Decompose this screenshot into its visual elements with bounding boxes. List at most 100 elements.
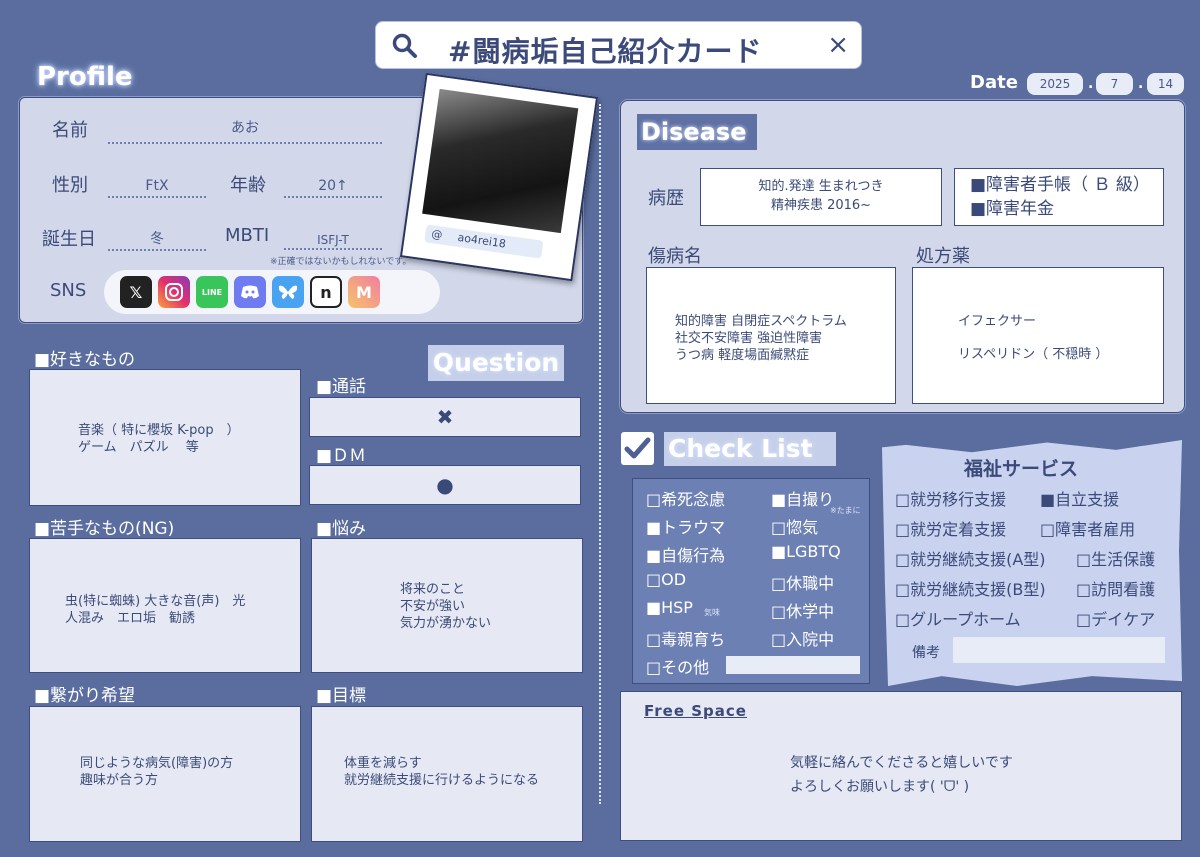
- profile-photo-card: @ ao4rei18: [399, 72, 599, 282]
- checklist-heading: Check List: [664, 432, 836, 466]
- hsp-note: 気味: [704, 608, 720, 617]
- certificate-line: ■障害年金: [970, 199, 1055, 219]
- checklist-item[interactable]: □惚気: [771, 514, 818, 538]
- sns-icons-row: 𝕏 LINE n M: [104, 270, 440, 314]
- dislikes-line: 人混み エロ垢 勧誘: [65, 611, 196, 626]
- welfare-item[interactable]: ■自立支援: [1040, 486, 1119, 510]
- misskey-icon[interactable]: M: [348, 276, 380, 308]
- checklist-item[interactable]: □その他: [646, 654, 709, 678]
- history-line: 知的.発達 生まれつき: [758, 179, 884, 194]
- connect-box: 同じような病気(障害)の方 趣味が合う方: [29, 706, 301, 842]
- line-icon[interactable]: LINE: [196, 276, 228, 308]
- certificate-line: ■障害者手帳（ Ｂ 級）: [970, 175, 1150, 195]
- column-divider: [599, 104, 601, 804]
- connect-line: 同じような病気(障害)の方: [80, 756, 234, 771]
- welfare-item[interactable]: □グループホーム: [895, 606, 1021, 630]
- x-icon[interactable]: 𝕏: [120, 276, 152, 308]
- other-input[interactable]: [726, 656, 860, 674]
- disease-heading: Disease: [637, 114, 757, 150]
- close-icon[interactable]: ×: [827, 30, 849, 60]
- welfare-item[interactable]: □デイケア: [1076, 606, 1155, 630]
- worries-box: 将来のこと 不安が強い 気力が湧かない: [311, 538, 583, 673]
- call-heading: ■通話: [316, 377, 367, 397]
- free-space-text: 気軽に絡んでくださると嬉しいです よろしくお願いします( 'ᗜ' ): [790, 751, 1013, 799]
- checklist-item[interactable]: ■自傷行為: [646, 542, 725, 566]
- diagnosis-line: 知的障害 自閉症スペクトラム: [675, 314, 847, 329]
- meds-line: イフェクサー: [958, 314, 1037, 329]
- checklist-item[interactable]: □毒親育ち: [646, 626, 725, 650]
- checklist-item[interactable]: ■HSP: [646, 598, 693, 617]
- dislikes-box: 虫(特に蜘蛛) 大きな音(声) 光 人混み エロ垢 勧誘: [29, 538, 301, 673]
- meds-label: 処方薬: [916, 246, 970, 267]
- memo-input[interactable]: [953, 637, 1165, 663]
- age-value: 20↑: [284, 176, 382, 198]
- history-line: 精神疾患 2016~: [770, 198, 872, 213]
- goals-box: 体重を減らす 就労継続支援に行けるようになる: [311, 706, 583, 842]
- worries-line: 将来のこと: [400, 582, 466, 597]
- welfare-item[interactable]: □障害者雇用: [1040, 516, 1135, 540]
- likes-box: 音楽（ 特に櫻坂 K-pop ） ゲーム パズル 等: [29, 369, 301, 506]
- goals-line: 就労継続支援に行けるようになる: [344, 773, 540, 788]
- welfare-item[interactable]: □就労移行支援: [895, 486, 1006, 510]
- likes-heading: ■好きなもの: [34, 350, 136, 370]
- date-day[interactable]: 14: [1147, 73, 1184, 95]
- meds-box: イフェクサー リスペリドン（ 不穏時 ）: [912, 267, 1164, 404]
- handle-text: ao4rei18: [456, 230, 507, 251]
- diagnosis-box: 知的障害 自閉症スペクトラム 社交不安障害 強迫性障害 うつ病 軽度場面緘黙症: [646, 267, 896, 404]
- checklist-item[interactable]: ■トラウマ: [646, 514, 725, 538]
- checklist-item[interactable]: □入院中: [771, 626, 834, 650]
- history-box: 知的.発達 生まれつき 精神疾患 2016~: [700, 168, 942, 226]
- connect-heading: ■繋がり希望: [34, 686, 136, 706]
- dislikes-line: 虫(特に蜘蛛) 大きな音(声) 光: [65, 594, 246, 609]
- bluesky-icon[interactable]: [272, 276, 304, 308]
- checklist-item[interactable]: ■自撮り: [771, 486, 834, 510]
- checklist-item[interactable]: □OD: [646, 570, 686, 589]
- sns-label: SNS: [50, 280, 87, 301]
- mbti-value: ISFJ-T: [284, 230, 382, 250]
- checklist-item[interactable]: □休学中: [771, 598, 834, 622]
- goals-line: 体重を減らす: [344, 756, 422, 771]
- birthday-value: 冬: [108, 229, 206, 251]
- call-answer: ✖: [309, 397, 581, 437]
- welfare-item[interactable]: □訪問看護: [1076, 576, 1155, 600]
- mbti-label: MBTI: [225, 225, 270, 246]
- diagnosis-line: 社交不安障害 強迫性障害: [675, 331, 823, 346]
- likes-line: 音楽（ 特に櫻坂 K-pop ）: [78, 423, 240, 438]
- search-icon: [392, 33, 417, 58]
- checklist-item[interactable]: ■LGBTQ: [771, 542, 841, 561]
- welfare-item[interactable]: □就労継続支援(A型): [895, 546, 1046, 570]
- history-label: 病歴: [648, 188, 684, 209]
- welfare-item[interactable]: □就労定着支援: [895, 516, 1006, 540]
- question-heading: Question: [428, 345, 564, 381]
- note-icon[interactable]: n: [310, 276, 342, 308]
- worries-line: 不安が強い: [400, 599, 466, 614]
- discord-icon[interactable]: [234, 276, 266, 308]
- certificate-box: ■障害者手帳（ Ｂ 級） ■障害年金: [954, 168, 1164, 226]
- worries-heading: ■悩み: [316, 519, 367, 539]
- welfare-item[interactable]: □生活保護: [1076, 546, 1155, 570]
- search-query[interactable]: #闘病垢自己紹介カード: [448, 30, 762, 70]
- selfie-note: ※たまに: [830, 506, 861, 515]
- free-space-line: よろしくお願いします( 'ᗜ' ): [790, 779, 970, 795]
- date-year[interactable]: 2025: [1027, 73, 1083, 95]
- dm-answer: ●: [309, 465, 581, 505]
- dislikes-heading: ■苦手なもの(NG): [34, 519, 175, 539]
- checklist-item[interactable]: □希死念慮: [646, 486, 725, 510]
- age-label: 年齢: [230, 175, 266, 196]
- welfare-item[interactable]: □就労継続支援(B型): [895, 576, 1046, 600]
- gender-value: FtX: [108, 176, 206, 198]
- gender-label: 性別: [52, 175, 88, 196]
- connect-line: 趣味が合う方: [80, 773, 159, 788]
- free-space-line: 気軽に絡んでくださると嬉しいです: [790, 755, 1013, 771]
- instagram-icon[interactable]: [158, 276, 190, 308]
- handle-tag[interactable]: @ ao4rei18: [424, 224, 544, 259]
- diagnosis-label: 傷病名: [648, 246, 702, 267]
- free-space-heading: Free Space: [644, 702, 747, 720]
- mbti-note: ※正確ではないかもしれないです。: [270, 257, 412, 267]
- checklist-item[interactable]: □休職中: [771, 570, 834, 594]
- search-bar[interactable]: #闘病垢自己紹介カード ×: [375, 21, 862, 69]
- profile-heading: Profile: [37, 62, 133, 92]
- birthday-label: 誕生日: [42, 229, 96, 250]
- name-value: あお: [108, 118, 382, 144]
- date-month[interactable]: 7: [1096, 73, 1133, 95]
